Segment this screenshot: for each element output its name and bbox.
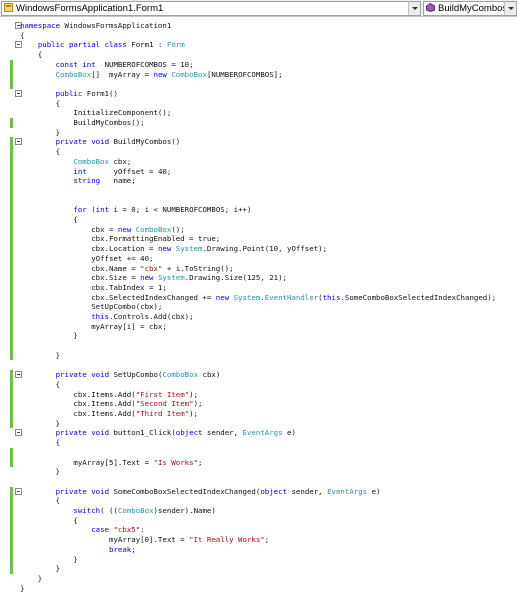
code-text: } [20, 350, 61, 360]
navigation-bar: WindowsFormsApplication1.Form1 BuildMyCo… [0, 0, 517, 17]
code-line[interactable] [0, 341, 517, 351]
code-line[interactable]: private void button1_Click(object sender… [0, 428, 517, 438]
code-text: } [20, 331, 78, 341]
code-line[interactable]: private void SomeComboBoxSelectedIndexCh… [0, 487, 517, 497]
code-line[interactable]: public partial class Form1 : Form [0, 40, 517, 50]
code-line[interactable]: BuildMyCombos(); [0, 118, 517, 128]
code-editor[interactable]: namespace WindowsFormsApplication1 { publ… [0, 17, 517, 600]
code-line[interactable]: ComboBox[] myArray = new ComboBox[NUMBER… [0, 70, 517, 80]
code-line[interactable]: { [0, 438, 517, 448]
code-line[interactable]: } [0, 574, 517, 584]
code-line[interactable]: } [0, 555, 517, 565]
code-line[interactable]: private void BuildMyCombos() [0, 137, 517, 147]
code-text: { [20, 438, 61, 448]
code-line[interactable]: } [0, 331, 517, 341]
code-line[interactable]: } [0, 351, 517, 361]
class-icon [4, 3, 13, 12]
code-text: namespace WindowsFormsApplication1 [20, 21, 172, 30]
code-line[interactable]: public Form1() [0, 89, 517, 99]
code-text: public partial class Form1 : Form [37, 40, 185, 50]
chevron-down-icon[interactable] [408, 2, 420, 15]
class-selector-combo[interactable]: WindowsFormsApplication1.Form1 [1, 1, 421, 16]
code-line[interactable]: } [0, 584, 517, 594]
code-line[interactable]: myArray[5].Text = "Is Works"; [0, 458, 517, 468]
class-selector-label: WindowsFormsApplication1.Form1 [16, 3, 164, 14]
code-text: private void SomeComboBoxSelectedIndexCh… [55, 486, 381, 496]
code-line[interactable]: cbx.Items.Add("Third Item"); [0, 409, 517, 419]
method-icon [426, 3, 435, 12]
code-line[interactable]: } [0, 564, 517, 574]
chevron-down-icon[interactable] [504, 2, 516, 15]
code-text: private void button1_Click(object sender… [55, 428, 296, 438]
code-text: } [20, 583, 25, 593]
code-line[interactable]: private void SetUpCombo(ComboBox cbx) [0, 370, 517, 380]
code-line[interactable]: string name; [0, 176, 517, 186]
member-selector-combo[interactable]: BuildMyCombos() [423, 1, 517, 16]
code-line[interactable]: namespace WindowsFormsApplication1 [0, 21, 517, 31]
code-text: } [20, 467, 61, 477]
member-selector-label: BuildMyCombos() [438, 3, 514, 14]
code-text: string name; [73, 176, 136, 186]
code-text: ComboBox[] myArray = new ComboBox[NUMBER… [55, 69, 283, 79]
code-line[interactable] [0, 186, 517, 196]
code-line[interactable]: } [0, 467, 517, 477]
